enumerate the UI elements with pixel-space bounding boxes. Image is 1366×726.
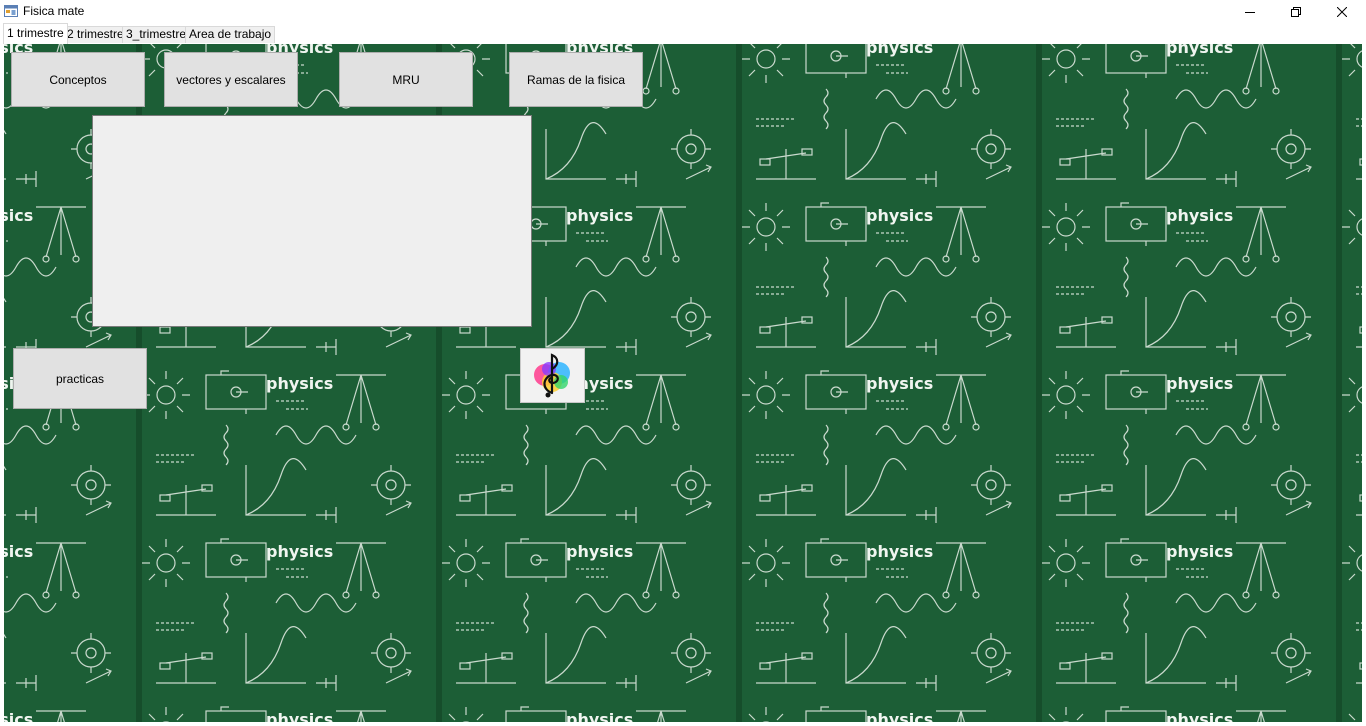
app-form-icon[interactable] — [4, 4, 18, 18]
ramas-de-la-fisica-button[interactable]: Ramas de la fisica — [509, 52, 643, 107]
close-icon — [1337, 6, 1347, 17]
restore-button[interactable] — [1273, 0, 1319, 23]
mru-button[interactable]: MRU — [339, 52, 473, 107]
music-button[interactable] — [520, 348, 585, 403]
tab-area-de-trabajo[interactable]: Area de trabajo — [185, 26, 276, 43]
tab-page-1-trimestre: physics Conceptos vectores y escalares M… — [4, 44, 1362, 722]
tab-2-trimestre[interactable]: 2 trimestre — [63, 26, 128, 43]
tab-3-trimestre[interactable]: 3_trimestre — [122, 26, 191, 43]
conceptos-button[interactable]: Conceptos — [11, 52, 145, 107]
minimize-icon — [1245, 11, 1255, 13]
minimize-button[interactable] — [1227, 0, 1273, 23]
tab-1-trimestre[interactable]: 1 trimestre — [3, 23, 68, 44]
tab-strip: 1 trimestre 2 trimestre 3_trimestre Area… — [0, 23, 1366, 44]
content-textbox[interactable] — [92, 115, 532, 327]
close-button[interactable] — [1319, 0, 1365, 23]
vectores-y-escalares-button[interactable]: vectores y escalares — [164, 52, 298, 107]
title-bar: Fisica mate — [0, 0, 1366, 23]
restore-icon — [1291, 6, 1301, 17]
window-title: Fisica mate — [23, 4, 85, 18]
practicas-button[interactable]: practicas — [13, 348, 147, 409]
music-note-icon — [534, 353, 570, 398]
